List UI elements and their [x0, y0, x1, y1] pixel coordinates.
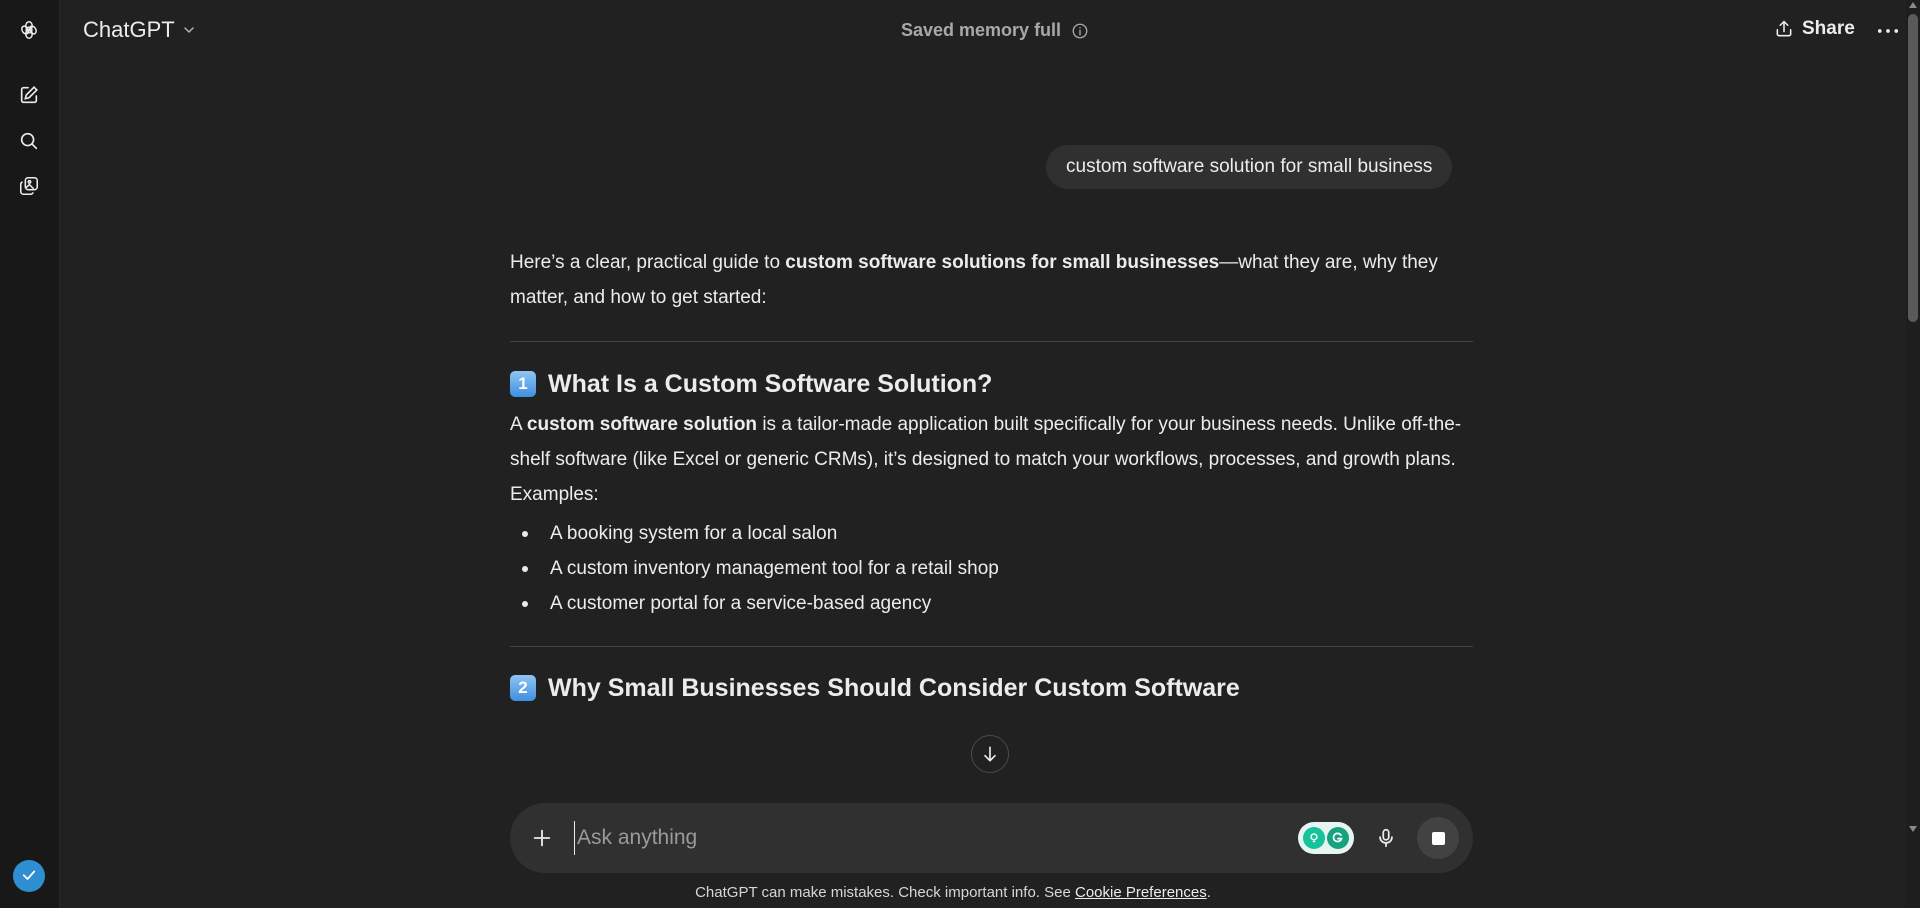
arrow-down-icon	[984, 746, 996, 762]
cookie-preferences-link[interactable]: Cookie Preferences	[1075, 884, 1207, 901]
new-chat-icon[interactable]	[12, 78, 46, 112]
memory-status[interactable]: Saved memory full	[901, 20, 1089, 41]
model-name: ChatGPT	[83, 17, 175, 42]
intro-bold-text: custom software solutions for small busi…	[785, 252, 1220, 273]
user-message-bubble: custom software solution for small busin…	[1046, 145, 1453, 189]
grammarly-bulb-icon	[1303, 827, 1325, 849]
share-label: Share	[1802, 18, 1855, 39]
plus-icon[interactable]	[528, 824, 556, 852]
list-item: A custom inventory management tool for a…	[510, 551, 1473, 586]
disclaimer: ChatGPT can make mistakes. Check importa…	[0, 884, 1906, 901]
intro-text: Here’s a clear, practical guide to	[510, 252, 786, 273]
scroll-down-arrow-icon[interactable]	[1909, 826, 1917, 832]
scroll-up-arrow-icon[interactable]	[1909, 2, 1917, 8]
section-heading-text: What Is a Custom Software Solution?	[548, 370, 993, 398]
assistant-response: Here’s a clear, practical guide to custo…	[510, 245, 1473, 711]
divider	[510, 646, 1473, 647]
microphone-icon[interactable]	[1372, 824, 1400, 852]
share-button[interactable]: Share	[1774, 18, 1855, 40]
library-icon[interactable]	[12, 169, 46, 203]
model-selector[interactable]: ChatGPT	[83, 17, 197, 43]
disclaimer-end: .	[1206, 884, 1211, 901]
grammarly-g-icon	[1327, 827, 1349, 849]
composer	[510, 803, 1473, 873]
section-heading-1: 1 What Is a Custom Software Solution?	[510, 367, 1473, 401]
list-item: A customer portal for a service-based ag…	[510, 586, 1473, 621]
keycap-number-icon: 1	[510, 371, 536, 397]
chevron-down-icon	[183, 27, 194, 34]
stop-icon	[1431, 831, 1445, 845]
answer-intro: Here’s a clear, practical guide to custo…	[510, 245, 1473, 315]
scroll-thumb[interactable]	[1908, 14, 1918, 322]
prompt-input[interactable]	[574, 821, 1274, 855]
memory-status-text: Saved memory full	[901, 20, 1062, 40]
openai-logo-icon[interactable]	[12, 13, 46, 47]
more-options-icon[interactable]	[1873, 18, 1903, 44]
stop-button[interactable]	[1417, 817, 1459, 859]
sidebar-rail	[0, 0, 60, 908]
section-heading-text: Why Small Businesses Should Consider Cus…	[548, 674, 1240, 702]
section-heading-2: 2 Why Small Businesses Should Consider C…	[510, 671, 1473, 705]
keycap-number-icon: 2	[510, 675, 536, 701]
scroll-to-bottom-button[interactable]	[971, 735, 1009, 773]
share-icon	[1776, 20, 1792, 37]
top-bar: ChatGPT Saved memory full Share	[60, 0, 1906, 64]
paragraph-bold-text: custom software solution	[526, 414, 758, 435]
examples-label: Examples:	[510, 484, 599, 505]
scrollbar[interactable]	[1906, 0, 1920, 908]
paragraph-text: A	[510, 414, 527, 435]
grammarly-icon[interactable]	[1298, 822, 1354, 854]
info-icon	[1072, 23, 1088, 38]
examples-list: A booking system for a local salon A cus…	[510, 516, 1473, 621]
disclaimer-text: ChatGPT can make mistakes. Check importa…	[695, 884, 1075, 901]
section-paragraph: A custom software solution is a tailor-m…	[510, 407, 1473, 477]
divider	[510, 341, 1473, 342]
list-item: A booking system for a local salon	[510, 516, 1473, 551]
search-icon[interactable]	[12, 124, 46, 158]
